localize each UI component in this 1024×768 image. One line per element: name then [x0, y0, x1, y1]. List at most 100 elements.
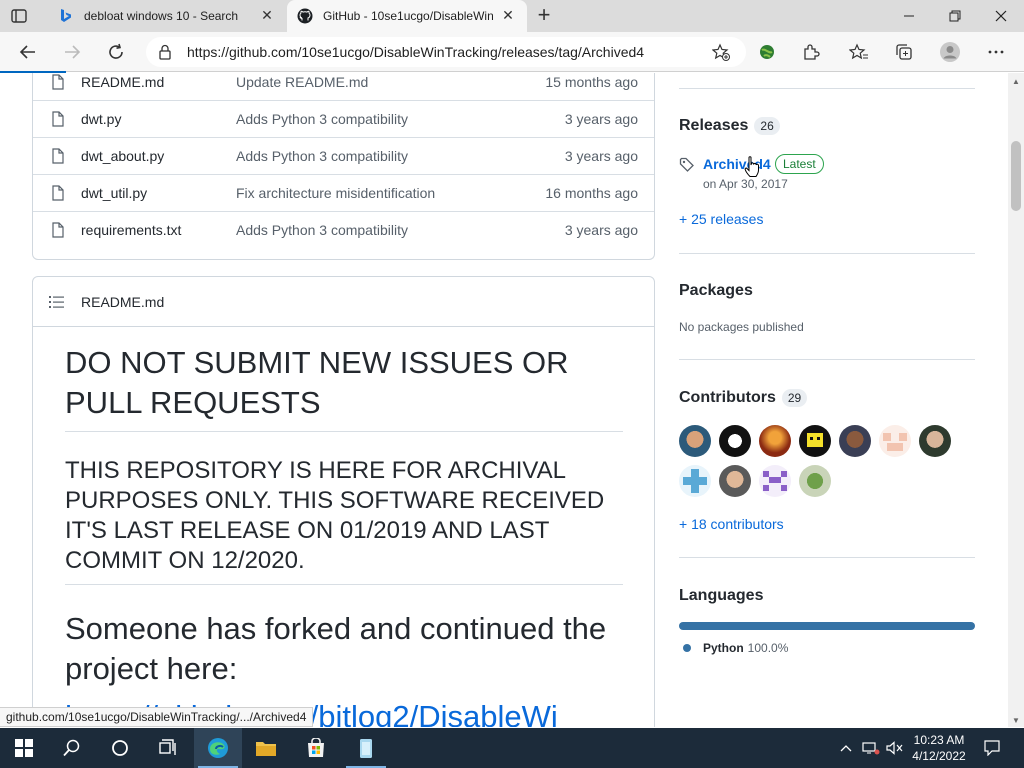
- commit-message[interactable]: Fix architecture misidentification: [236, 185, 435, 201]
- profile-avatar-icon[interactable]: [938, 40, 962, 64]
- recycle-bin-app-icon[interactable]: [342, 728, 390, 768]
- clock-date: 4/12/2022: [912, 749, 966, 763]
- file-icon: [52, 111, 64, 130]
- commit-message[interactable]: Adds Python 3 compatibility: [236, 148, 408, 164]
- contributor-avatar[interactable]: [879, 425, 911, 457]
- file-name[interactable]: README.md: [81, 74, 164, 90]
- volume-icon[interactable]: [884, 728, 906, 768]
- tray-overflow-icon[interactable]: [836, 728, 856, 768]
- more-menu-icon[interactable]: [984, 40, 1008, 64]
- file-row[interactable]: requirements.txt Adds Python 3 compatibi…: [33, 211, 654, 248]
- hand-cursor-icon: [744, 156, 760, 183]
- file-name[interactable]: dwt_about.py: [81, 148, 164, 164]
- file-name[interactable]: dwt.py: [81, 111, 121, 127]
- collections-icon[interactable]: [892, 40, 916, 64]
- file-row[interactable]: dwt.py Adds Python 3 compatibility 3 yea…: [33, 100, 654, 137]
- notifications-icon[interactable]: [980, 728, 1004, 768]
- start-windows-icon[interactable]: [0, 728, 48, 768]
- tab-actions-icon[interactable]: [10, 7, 28, 25]
- restore-icon[interactable]: [932, 0, 978, 32]
- windows-taskbar: 10:23 AM 4/12/2022: [0, 728, 1024, 768]
- tab-title: GitHub - 10se1ucgo/DisableWin: [323, 9, 493, 23]
- scroll-down-icon[interactable]: ▼: [1012, 716, 1020, 725]
- contributor-avatar[interactable]: [719, 465, 751, 497]
- contributor-avatar[interactable]: [799, 425, 831, 457]
- file-explorer-icon[interactable]: [242, 728, 290, 768]
- more-releases-link[interactable]: + 25 releases: [679, 211, 763, 227]
- commit-message[interactable]: Adds Python 3 compatibility: [236, 111, 408, 127]
- contributor-avatar[interactable]: [839, 425, 871, 457]
- close-window-icon[interactable]: [978, 0, 1024, 32]
- page-scrollbar[interactable]: ▲ ▼: [1008, 73, 1024, 727]
- edge-taskbar-icon[interactable]: [194, 728, 242, 768]
- scrollbar-thumb[interactable]: [1011, 141, 1021, 211]
- more-contributors-link[interactable]: + 18 contributors: [679, 516, 784, 532]
- file-icon: [52, 74, 64, 93]
- readme-filename[interactable]: README.md: [81, 294, 164, 310]
- web-page: README.md Update README.md 15 months ago…: [0, 73, 1008, 727]
- contributor-avatar[interactable]: [759, 425, 791, 457]
- tab-bing-search[interactable]: debloat windows 10 - Search ✕: [48, 0, 286, 32]
- file-name[interactable]: requirements.txt: [81, 222, 181, 238]
- language-percent: 100.0%: [747, 641, 789, 655]
- latest-release-link[interactable]: Archived4: [703, 156, 771, 172]
- forward-icon[interactable]: [60, 40, 84, 64]
- readme-panel: README.md DO NOT SUBMIT NEW ISSUES OR PU…: [32, 276, 655, 727]
- contributor-avatar[interactable]: [919, 425, 951, 457]
- back-icon[interactable]: [16, 40, 40, 64]
- refresh-icon[interactable]: [104, 40, 128, 64]
- commit-message[interactable]: Adds Python 3 compatibility: [236, 222, 408, 238]
- add-favorite-icon[interactable]: [711, 43, 730, 66]
- file-icon: [52, 185, 64, 204]
- contributor-avatar[interactable]: [799, 465, 831, 497]
- task-view-icon[interactable]: [144, 728, 192, 768]
- readme-body: DO NOT SUBMIT NEW ISSUES OR PULL REQUEST…: [65, 343, 623, 727]
- file-row[interactable]: dwt_about.py Adds Python 3 compatibility…: [33, 137, 654, 174]
- latest-badge: Latest: [775, 154, 824, 174]
- packages-heading[interactable]: Packages: [679, 282, 753, 300]
- contributors-heading[interactable]: Contributors 29: [679, 389, 808, 407]
- divider: [679, 359, 975, 360]
- network-icon[interactable]: [860, 728, 882, 768]
- scroll-up-icon[interactable]: ▲: [1012, 77, 1020, 86]
- language-item[interactable]: Python 100.0%: [683, 641, 788, 655]
- file-icon: [52, 222, 64, 241]
- language-color-dot: [683, 644, 691, 652]
- taskbar-clock[interactable]: 10:23 AM 4/12/2022: [906, 732, 972, 764]
- address-bar[interactable]: https://github.com/10se1ucgo/DisableWinT…: [146, 37, 746, 67]
- store-icon[interactable]: [292, 728, 340, 768]
- browser-toolbar: https://github.com/10se1ucgo/DisableWinT…: [0, 32, 1024, 72]
- url-text[interactable]: https://github.com/10se1ucgo/DisableWinT…: [187, 44, 644, 60]
- readme-heading: DO NOT SUBMIT NEW ISSUES OR PULL REQUEST…: [65, 343, 623, 432]
- file-row[interactable]: README.md Update README.md 15 months ago: [33, 73, 654, 100]
- minimize-icon[interactable]: [886, 0, 932, 32]
- extension-globe-icon[interactable]: [755, 40, 779, 64]
- tab-title: debloat windows 10 - Search: [84, 9, 239, 23]
- contributor-avatar[interactable]: [679, 425, 711, 457]
- languages-heading: Languages: [679, 587, 764, 604]
- commit-message[interactable]: Update README.md: [236, 74, 368, 90]
- list-icon[interactable]: [49, 295, 65, 314]
- extensions-puzzle-icon[interactable]: [799, 40, 823, 64]
- favorites-icon[interactable]: [847, 40, 871, 64]
- file-row[interactable]: dwt_util.py Fix architecture misidentifi…: [33, 174, 654, 211]
- contributors-count: 29: [781, 389, 808, 407]
- lock-icon[interactable]: [158, 44, 172, 65]
- tab-github[interactable]: GitHub - 10se1ucgo/DisableWin ✕: [287, 0, 527, 32]
- contributor-avatar[interactable]: [719, 425, 751, 457]
- readme-fork-heading: Someone has forked and continued the pro…: [65, 611, 607, 686]
- cortana-icon[interactable]: [96, 728, 144, 768]
- status-bar-url: github.com/10se1ucgo/DisableWinTracking/…: [0, 707, 314, 727]
- commit-age: 16 months ago: [545, 185, 638, 201]
- search-icon[interactable]: [48, 728, 96, 768]
- releases-heading[interactable]: Releases 26: [679, 117, 780, 135]
- language-name: Python: [703, 641, 744, 655]
- divider: [679, 557, 975, 558]
- close-tab-icon[interactable]: ✕: [260, 8, 274, 22]
- readme-subheading: THIS REPOSITORY IS HERE FOR ARCHIVAL PUR…: [65, 456, 623, 585]
- file-name[interactable]: dwt_util.py: [81, 185, 147, 201]
- new-tab-button[interactable]: +: [533, 4, 555, 27]
- close-tab-icon[interactable]: ✕: [501, 8, 515, 22]
- contributor-avatar[interactable]: [679, 465, 711, 497]
- contributor-avatar[interactable]: [759, 465, 791, 497]
